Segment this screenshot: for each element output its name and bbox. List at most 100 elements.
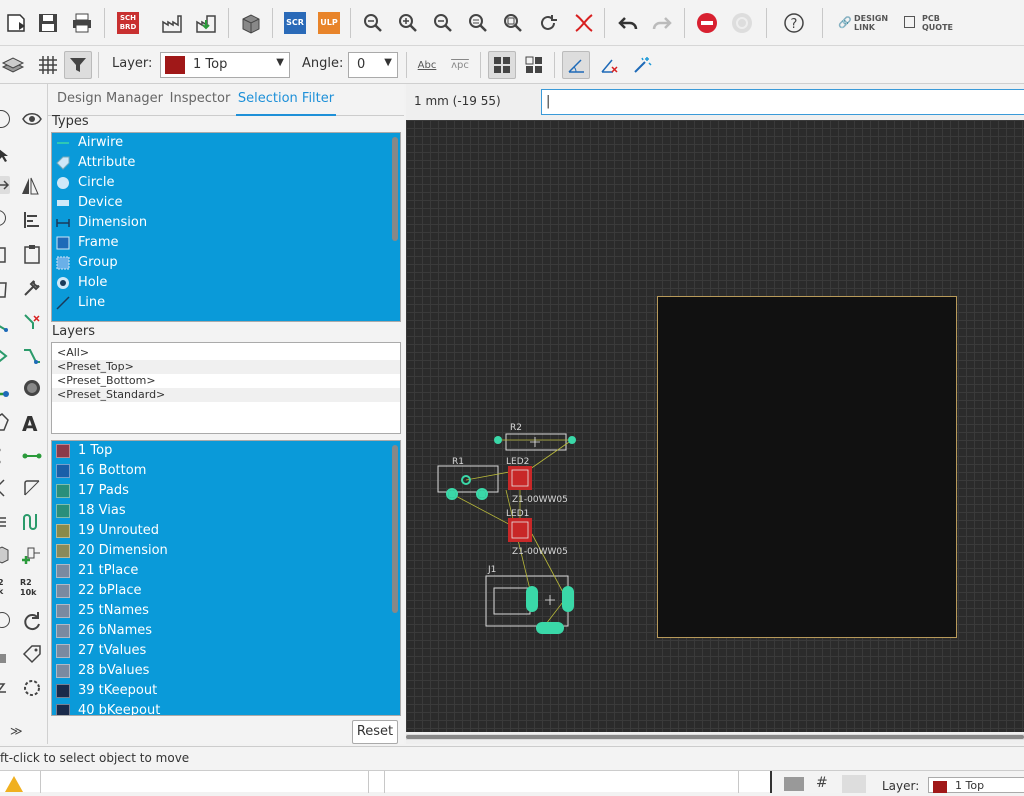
preset-item[interactable]: <All> — [52, 346, 400, 360]
layer-item[interactable]: 40 bKeepout — [52, 701, 400, 715]
type-item-group[interactable]: Group — [52, 253, 400, 273]
split-icon[interactable] — [22, 346, 42, 369]
copy-icon[interactable] — [0, 244, 8, 267]
pcb-parts[interactable]: R2 R1 LED2 LED1 Z1-00WW05 Z1-00WW05 J1 — [406, 120, 1024, 732]
smash-icon[interactable] — [0, 678, 10, 701]
presets-list[interactable]: <All> <Preset_Top> <Preset_Bottom> <Preset_… — [51, 342, 401, 434]
sch-brd-switch-icon[interactable]: SCH BRD — [114, 9, 142, 37]
zoom-out-icon[interactable] — [429, 9, 457, 37]
open-file-icon[interactable] — [2, 9, 30, 37]
filter-icon[interactable] — [842, 775, 866, 793]
tab-inspector[interactable]: Inspector — [166, 84, 234, 116]
ratsnest-icon[interactable] — [570, 9, 598, 37]
circle-dots-icon[interactable] — [22, 678, 42, 701]
magic-wand-icon[interactable] — [628, 51, 656, 79]
tag-tool-icon[interactable] — [22, 644, 42, 667]
warning-icon[interactable] — [4, 775, 24, 796]
paste-icon[interactable] — [22, 244, 42, 267]
via-route-icon[interactable] — [0, 378, 10, 401]
board-canvas[interactable]: R2 R1 LED2 LED1 Z1-00WW05 Z1-00WW05 J1 — [406, 120, 1024, 732]
print-icon[interactable] — [68, 9, 96, 37]
type-item-airwire[interactable]: Airwire — [52, 133, 400, 153]
layer-item[interactable]: 19 Unrouted — [52, 521, 400, 541]
package-icon[interactable] — [0, 544, 10, 567]
wire-icon[interactable] — [0, 446, 10, 469]
ripup-icon[interactable] — [22, 312, 42, 335]
mirror-icon[interactable] — [20, 176, 40, 199]
zoom-fit-icon[interactable] — [359, 9, 387, 37]
tab-design-manager[interactable]: Design Manager — [54, 84, 166, 116]
swap-icon[interactable] — [20, 610, 44, 637]
go-icon[interactable] — [728, 9, 756, 37]
stop-icon[interactable] — [693, 9, 721, 37]
types-scrollbar[interactable] — [392, 137, 398, 241]
redraw-icon[interactable] — [534, 9, 562, 37]
layers-scrollbar[interactable] — [392, 445, 398, 613]
rotate-icon[interactable] — [0, 210, 6, 226]
via-icon[interactable] — [22, 378, 42, 401]
delete-icon[interactable] — [0, 278, 8, 301]
type-item-hole[interactable]: Hole — [52, 273, 400, 293]
cam-export-icon[interactable] — [192, 9, 220, 37]
layer-item[interactable]: 17 Pads — [52, 481, 400, 501]
value-10k-icon[interactable]: R2 10k — [20, 578, 36, 598]
layer-item[interactable]: 39 tKeepout — [52, 681, 400, 701]
polygon-icon[interactable] — [0, 412, 10, 435]
list-icon[interactable] — [0, 512, 10, 535]
arc-icon[interactable] — [0, 478, 10, 501]
redo-icon[interactable] — [648, 9, 676, 37]
undo-icon[interactable] — [614, 9, 642, 37]
design-link-button[interactable]: 🔗 DESIGN LINK — [838, 14, 898, 34]
grid-icon[interactable]: # — [816, 775, 828, 791]
layer-item[interactable]: 25 tNames — [52, 601, 400, 621]
net-icon[interactable] — [22, 446, 42, 469]
layer-item[interactable]: 21 tPlace — [52, 561, 400, 581]
layer-item[interactable]: 18 Vias — [52, 501, 400, 521]
move-icon[interactable] — [0, 176, 10, 194]
add-part-icon[interactable] — [20, 542, 44, 569]
reset-button[interactable]: Reset — [352, 720, 398, 744]
line-draw-icon[interactable] — [22, 478, 42, 501]
layer-item[interactable]: 20 Dimension — [52, 541, 400, 561]
type-item-line[interactable]: Line — [52, 293, 400, 313]
command-line-input[interactable]: | — [541, 89, 1024, 115]
filter-icon[interactable] — [64, 51, 92, 79]
meander-wave-icon[interactable] — [22, 512, 42, 535]
meander-icon[interactable] — [0, 346, 10, 369]
wrench-icon[interactable] — [22, 278, 42, 301]
type-item-circle[interactable]: Circle — [52, 173, 400, 193]
layer-item[interactable]: 27 tValues — [52, 641, 400, 661]
type-item-attribute[interactable]: Attribute — [52, 153, 400, 173]
preset-item[interactable]: <Preset_Standard> — [52, 388, 400, 402]
type-item-dimension[interactable]: Dimension — [52, 213, 400, 233]
text-mirror-button[interactable]: ʌpc — [446, 51, 474, 79]
zoom-select-icon[interactable] — [464, 9, 492, 37]
secondary-layer-select[interactable]: 1 Top — [928, 777, 1024, 793]
horizontal-scrollbar-thumb[interactable] — [406, 735, 1024, 739]
expand-icon[interactable]: ≫ — [10, 724, 23, 738]
factory-icon[interactable] — [158, 9, 186, 37]
info-icon[interactable] — [0, 110, 10, 128]
value-icon[interactable]: 2k — [0, 578, 4, 596]
angle-snap-off-icon[interactable] — [595, 51, 623, 79]
scr-icon[interactable]: SCR — [281, 9, 309, 37]
angle-snap-icon[interactable] — [562, 51, 590, 79]
grid-icon[interactable] — [34, 51, 62, 79]
text-tool-icon[interactable]: A — [22, 412, 37, 436]
layer-select[interactable]: 1 Top ▼ — [160, 52, 290, 78]
tab-selection-filter[interactable]: Selection Filter — [236, 84, 336, 116]
lock-icon[interactable] — [0, 646, 10, 669]
save-icon[interactable] — [34, 9, 62, 37]
layer-item[interactable]: 22 bPlace — [52, 581, 400, 601]
route-icon[interactable] — [0, 312, 10, 335]
layer-item[interactable]: 1 Top — [52, 441, 400, 461]
layer-item[interactable]: 16 Bottom — [52, 461, 400, 481]
layer-stack-icon[interactable] — [784, 777, 804, 791]
layers-list[interactable]: 1 Top 16 Bottom 17 Pads 18 Vias 19 Unrouted 2… — [51, 440, 401, 716]
type-item-frame[interactable]: Frame — [52, 233, 400, 253]
preset-item[interactable]: <Preset_Top> — [52, 360, 400, 374]
zoom-area-icon[interactable] — [499, 9, 527, 37]
list-view-icon[interactable] — [520, 51, 548, 79]
types-list[interactable]: Airwire Attribute Circle Device Dimension Fra… — [51, 132, 401, 322]
eye-icon[interactable] — [22, 110, 42, 131]
